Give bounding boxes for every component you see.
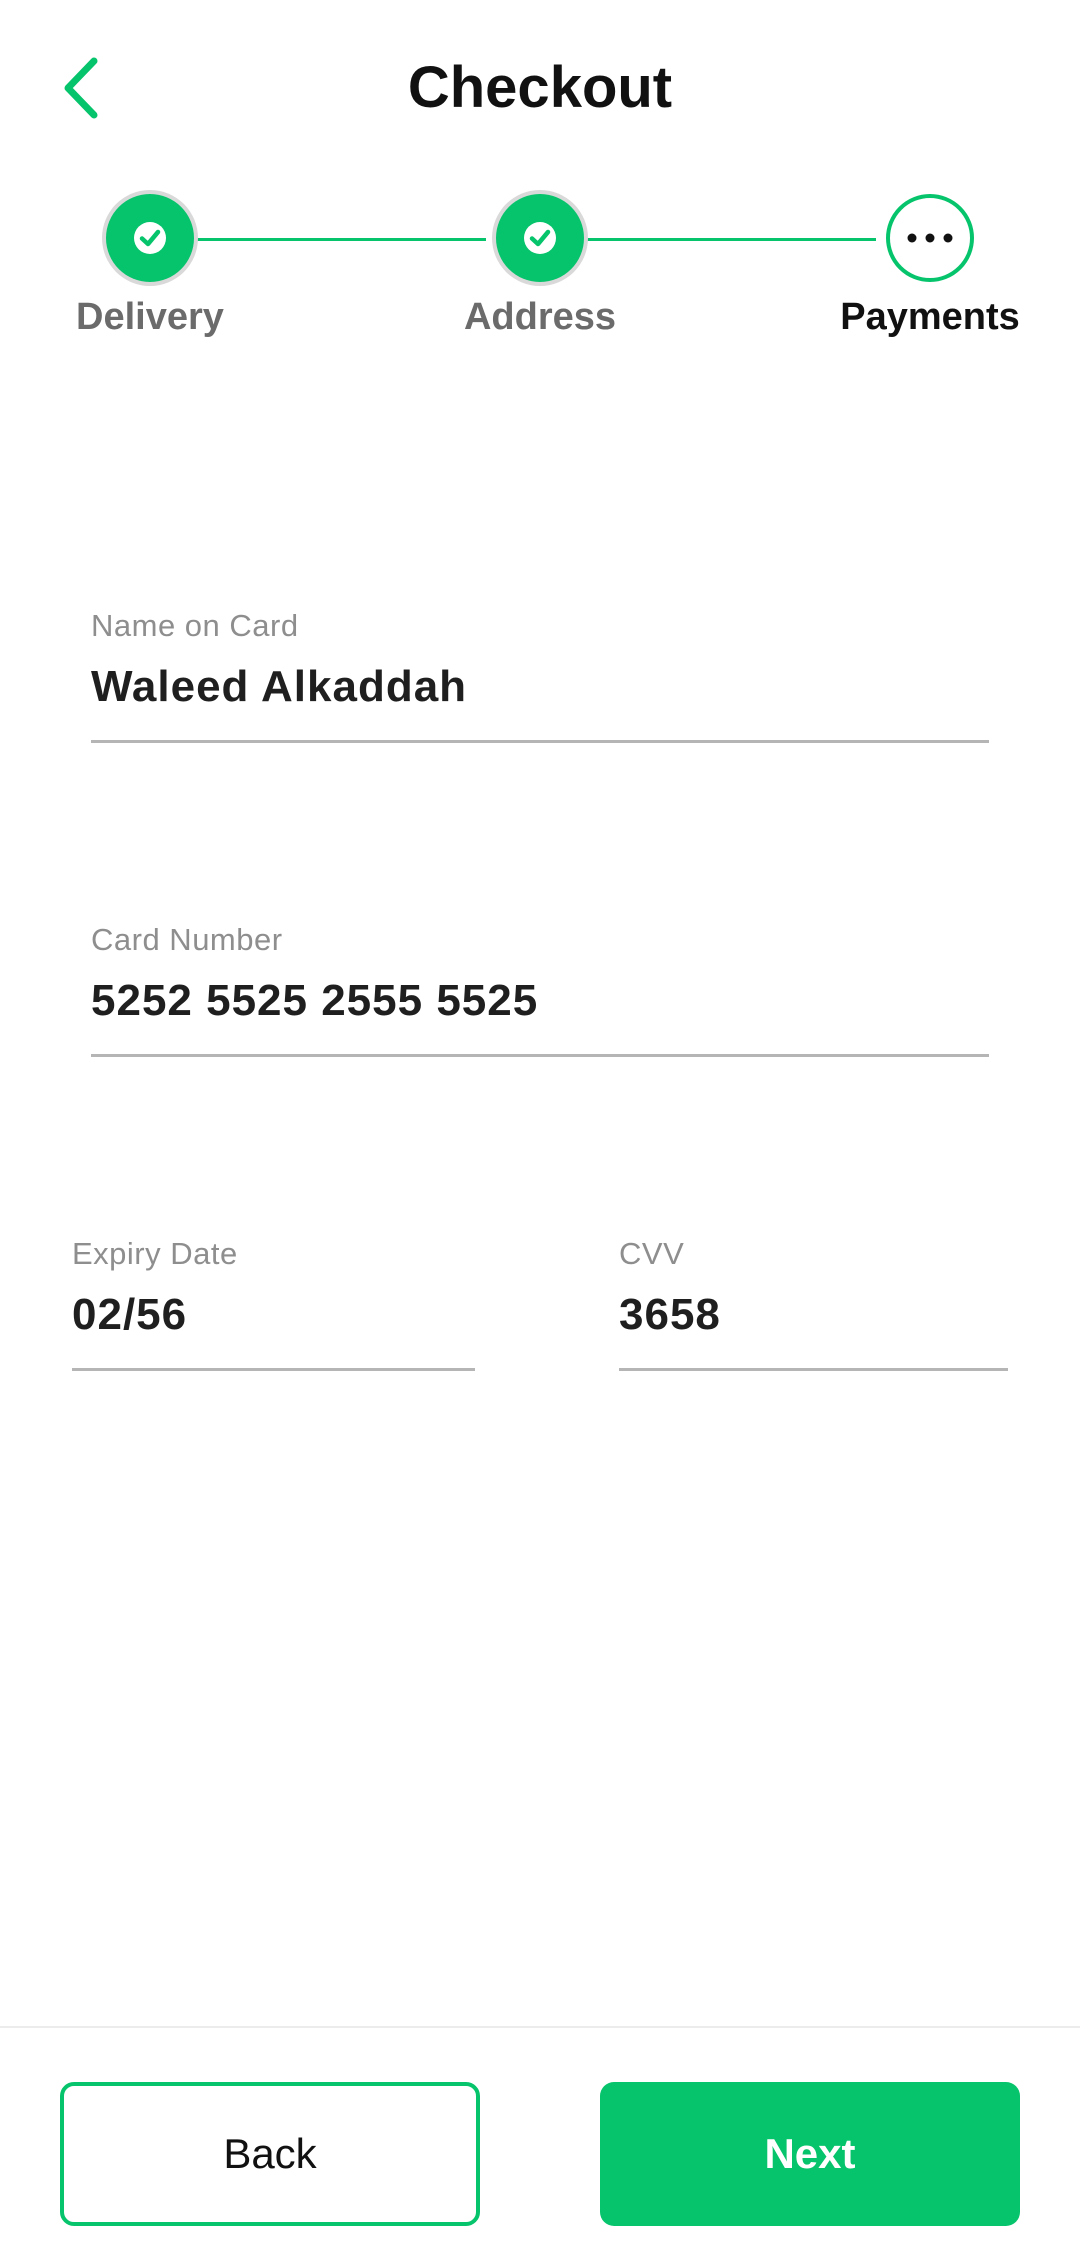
expiry-date-underline bbox=[72, 1368, 475, 1371]
step-payments-indicator[interactable] bbox=[886, 194, 974, 282]
step-connector-2 bbox=[584, 238, 876, 241]
expiry-date-label: Expiry Date bbox=[72, 1236, 238, 1271]
step-address-indicator[interactable] bbox=[496, 194, 584, 282]
card-number-input[interactable]: 5252 5525 2555 5525 bbox=[91, 974, 989, 1028]
page-title: Checkout bbox=[407, 55, 673, 120]
card-number-field[interactable]: Card Number 5252 5525 2555 5525 bbox=[91, 920, 989, 1060]
step-delivery-indicator[interactable] bbox=[106, 194, 194, 282]
step-label-delivery: Delivery bbox=[76, 296, 224, 338]
cvv-label: CVV bbox=[619, 1236, 685, 1271]
check-icon bbox=[134, 222, 166, 254]
cvv-input[interactable]: 3658 bbox=[619, 1288, 1008, 1342]
name-on-card-field[interactable]: Name on Card Waleed Alkaddah bbox=[91, 606, 989, 746]
expiry-date-input[interactable]: 02/56 bbox=[72, 1288, 475, 1342]
name-on-card-label: Name on Card bbox=[91, 608, 299, 643]
back-button[interactable]: Back bbox=[60, 2082, 480, 2226]
next-button[interactable]: Next bbox=[600, 2082, 1020, 2226]
cvv-field[interactable]: CVV 3658 bbox=[619, 1234, 1008, 1374]
more-horizontal-icon bbox=[907, 233, 953, 243]
card-number-underline bbox=[91, 1054, 989, 1057]
card-number-label: Card Number bbox=[91, 922, 283, 957]
step-label-address: Address bbox=[463, 296, 617, 338]
cvv-underline bbox=[619, 1368, 1008, 1371]
bottom-action-bar: Back Next bbox=[0, 2026, 1080, 2266]
name-on-card-input[interactable]: Waleed Alkaddah bbox=[91, 660, 989, 714]
check-icon bbox=[524, 222, 556, 254]
checkout-stepper: Delivery Address Payments bbox=[0, 194, 1080, 354]
step-connector-1 bbox=[194, 238, 486, 241]
expiry-date-field[interactable]: Expiry Date 02/56 bbox=[72, 1234, 475, 1374]
checkout-screen: Checkout Delivery Address Payments Name … bbox=[0, 0, 1080, 2266]
name-on-card-underline bbox=[91, 740, 989, 743]
step-label-payments: Payments bbox=[840, 296, 1020, 338]
